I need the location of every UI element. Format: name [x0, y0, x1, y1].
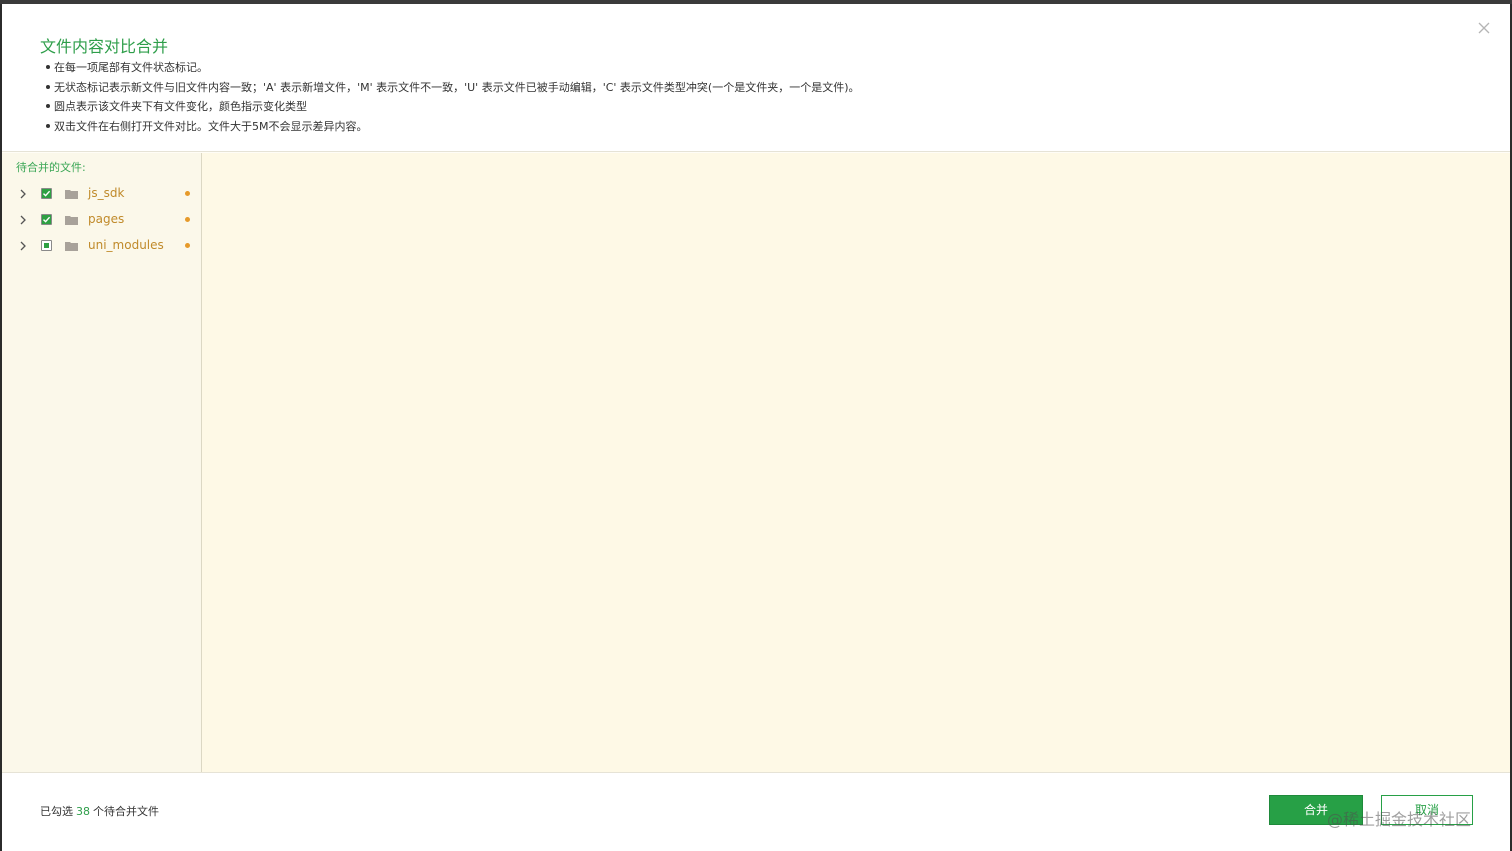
checkbox-js-sdk[interactable]: [41, 188, 52, 199]
change-indicator-dot: [185, 191, 190, 196]
change-indicator-dot: [185, 217, 190, 222]
chevron-right-icon[interactable]: [19, 241, 27, 251]
tree-item-pages[interactable]: pages: [2, 207, 202, 233]
tree-item-label: pages: [88, 212, 125, 226]
chevron-right-icon[interactable]: [19, 215, 27, 225]
merge-dialog: 文件内容对比合并 在每一项尾部有文件状态标记。 无状态标记表示新文件与旧文件内容…: [2, 4, 1510, 851]
checkbox-checked-icon: [43, 216, 51, 223]
cancel-button[interactable]: 取消: [1381, 795, 1473, 825]
instruction-item: 双击文件在右侧打开文件对比。文件大于5M不会显示差异内容。: [44, 117, 860, 137]
status-prefix: 已勾选: [40, 805, 73, 818]
instruction-item: 无状态标记表示新文件与旧文件内容一致；'A' 表示新增文件，'M' 表示文件不一…: [44, 78, 860, 98]
checkbox-checked-icon: [43, 190, 51, 197]
folder-icon: [65, 242, 78, 251]
change-indicator-dot: [185, 243, 190, 248]
close-button[interactable]: [1476, 20, 1492, 36]
selected-count: 38: [76, 805, 90, 818]
dialog-header: 文件内容对比合并 在每一项尾部有文件状态标记。 无状态标记表示新文件与旧文件内容…: [2, 4, 1510, 152]
checkbox-pages[interactable]: [41, 214, 52, 225]
instruction-list: 在每一项尾部有文件状态标记。 无状态标记表示新文件与旧文件内容一致；'A' 表示…: [44, 58, 860, 136]
instruction-item: 圆点表示该文件夹下有文件变化，颜色指示变化类型: [44, 97, 860, 117]
merge-button[interactable]: 合并: [1269, 795, 1363, 825]
selection-status: 已勾选 38 个待合并文件: [40, 803, 159, 819]
checkbox-uni-modules[interactable]: [41, 240, 52, 251]
close-icon: [1478, 22, 1490, 34]
tree-item-label: js_sdk: [88, 186, 125, 200]
tree-item-label: uni_modules: [88, 238, 164, 252]
pending-files-panel: 待合并的文件: js_sdk pages uni_modules: [2, 153, 202, 772]
instruction-item: 在每一项尾部有文件状态标记。: [44, 58, 860, 78]
tree-item-uni-modules[interactable]: uni_modules: [2, 233, 202, 259]
folder-icon: [65, 216, 78, 225]
dialog-title: 文件内容对比合并: [40, 37, 169, 56]
file-tree: js_sdk pages uni_modules: [2, 181, 202, 259]
status-suffix: 个待合并文件: [93, 805, 159, 818]
tree-item-js-sdk[interactable]: js_sdk: [2, 181, 202, 207]
folder-icon: [65, 190, 78, 199]
pending-files-label: 待合并的文件:: [16, 161, 86, 174]
dialog-footer: 已勾选 38 个待合并文件 合并 取消 @稀土掘金技术社区: [2, 772, 1510, 851]
diff-preview-panel[interactable]: [202, 153, 1510, 772]
chevron-right-icon[interactable]: [19, 189, 27, 199]
